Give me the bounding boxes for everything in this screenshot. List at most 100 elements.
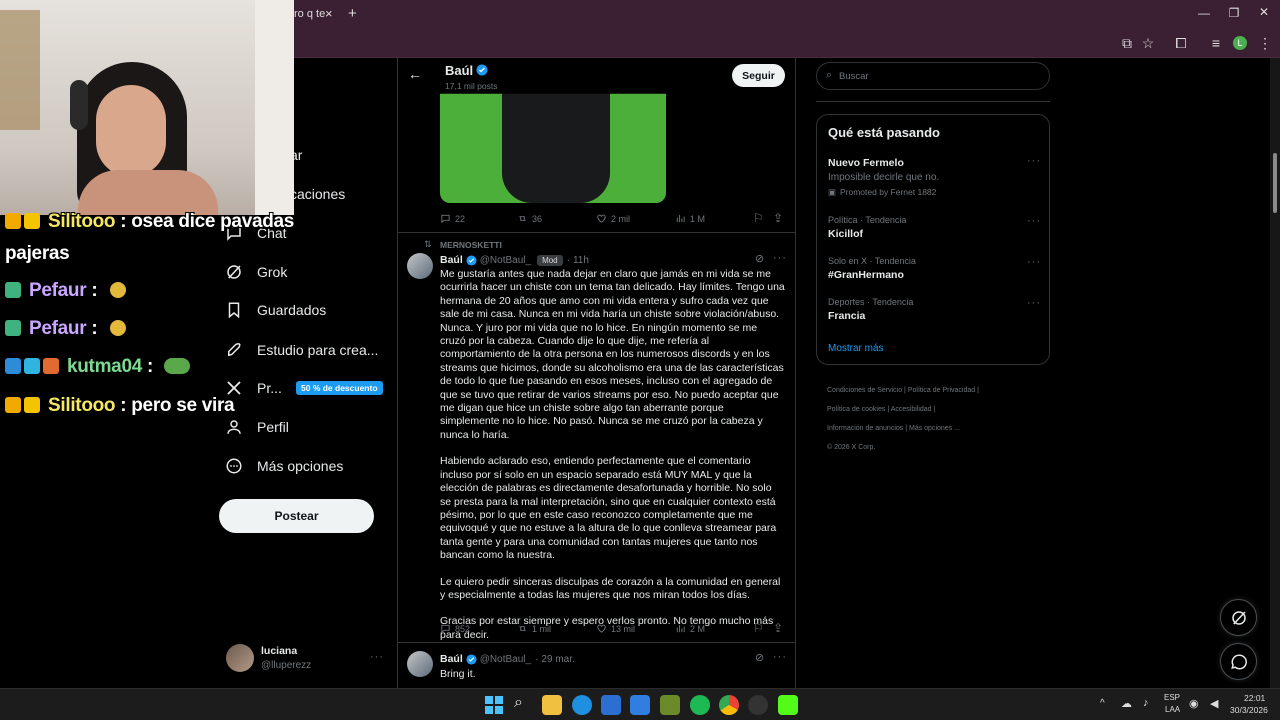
nav-item-notificaciones[interactable]: caciones	[290, 182, 345, 206]
account-more-button[interactable]: ···	[370, 651, 384, 663]
grok-float-button[interactable]	[1220, 599, 1257, 636]
tweet-avatar[interactable]	[407, 651, 433, 677]
views-action[interactable]: 1 M	[675, 213, 705, 224]
tray-mic-icon[interactable]: ♪	[1143, 697, 1149, 709]
footer-link-ads[interactable]: Información de anuncios	[827, 425, 903, 432]
share-icon[interactable]: ⇪	[773, 211, 783, 225]
grok-explain-icon[interactable]: ⊘	[755, 252, 764, 265]
chrome-icon[interactable]	[719, 695, 739, 715]
tweet-author-handle[interactable]: @NotBaul_	[480, 255, 531, 266]
account-name[interactable]: luciana	[261, 645, 297, 657]
new-tab-button[interactable]: +	[348, 5, 357, 22]
search-taskbar-icon[interactable]: ⌕	[514, 694, 523, 712]
maximize-icon[interactable]: ❐	[1219, 6, 1249, 20]
post-button[interactable]: Postear	[219, 499, 374, 533]
address-bar[interactable]	[294, 32, 1094, 54]
messages-float-button[interactable]	[1220, 643, 1257, 680]
nav-item-estudio[interactable]: Estudio para crea...	[225, 338, 378, 362]
grok-explain-icon[interactable]: ⊘	[755, 651, 764, 664]
trend-item[interactable]: Deportes · Tendencia Francia ···	[817, 295, 1049, 325]
show-more-link[interactable]: Mostrar más	[828, 343, 884, 354]
start-button[interactable]	[484, 695, 504, 715]
account-avatar[interactable]	[226, 644, 254, 672]
tray-cloud-icon[interactable]: ☁	[1121, 697, 1132, 710]
tweet-time[interactable]: 11h	[573, 255, 589, 266]
webcam-shoulders	[78, 170, 218, 215]
share-icon[interactable]: ⇪	[773, 621, 783, 635]
store-icon[interactable]	[601, 695, 621, 715]
bookmark-action-icon[interactable]: ⚐	[753, 211, 764, 225]
media-app-icon[interactable]	[660, 695, 680, 715]
tweet-more-button[interactable]: ···	[773, 252, 787, 264]
tray-chevron-icon[interactable]: ^	[1100, 698, 1105, 709]
profile-icon	[227, 420, 241, 434]
back-arrow-icon[interactable]: ←	[408, 66, 422, 82]
bookmark-action-icon[interactable]: ⚐	[753, 621, 764, 635]
extensions-icon[interactable]: ⧠	[1172, 34, 1190, 52]
nav-item-guardados[interactable]: Guardados	[225, 298, 326, 322]
file-explorer-icon[interactable]	[542, 695, 562, 715]
clock-date[interactable]: 30/3/2026	[1230, 705, 1268, 715]
reply-action[interactable]: 852	[440, 623, 470, 634]
menu-kebab-icon[interactable]: ⋮	[1256, 34, 1274, 52]
lang-indicator-bottom[interactable]: LAA	[1165, 705, 1180, 714]
tab-close-button[interactable]: ×	[325, 6, 333, 21]
lang-indicator-top[interactable]: ESP	[1164, 693, 1180, 702]
views-action[interactable]: 2 M	[675, 623, 705, 634]
tweet-media-image[interactable]	[440, 93, 666, 203]
bookmark-star-icon[interactable]: ☆	[1139, 34, 1157, 52]
volume-icon[interactable]: ◀	[1210, 697, 1218, 710]
retweet-count: 1 mil	[532, 623, 552, 634]
tweet-author-name[interactable]: Baúl	[440, 254, 463, 266]
search-input[interactable]: ⌕ Buscar	[816, 62, 1050, 90]
trend-more-button[interactable]: ···	[1027, 155, 1041, 167]
tweet-avatar[interactable]	[407, 253, 433, 279]
minimize-icon[interactable]: —	[1189, 6, 1219, 20]
footer-link-more[interactable]: Más opciones ...	[909, 425, 960, 432]
kick-icon[interactable]	[778, 695, 798, 715]
footer-copyright: © 2026 X Corp.	[827, 444, 876, 451]
retweet-action[interactable]: 36	[517, 213, 542, 224]
footer-link-accessibility[interactable]: Accesibilidad	[891, 406, 932, 413]
nav-item-mas-opciones[interactable]: Más opciones	[225, 454, 343, 478]
trend-item[interactable]: Solo en X · Tendencia #GranHermano ···	[817, 254, 1049, 284]
close-window-icon[interactable]: ✕	[1249, 5, 1279, 19]
tweet-more-button[interactable]: ···	[773, 651, 787, 663]
trend-more-button[interactable]: ···	[1027, 297, 1041, 309]
tweet-author-name[interactable]: Baúl	[440, 653, 463, 665]
like-action[interactable]: 2 mil	[596, 213, 630, 224]
promoted-trend[interactable]: Nuevo Fermelo Imposible decirle que no. …	[817, 153, 1049, 197]
search-icon: ⌕	[826, 69, 833, 81]
obs-icon[interactable]	[748, 695, 768, 715]
page-scrollbar[interactable]	[1270, 58, 1280, 688]
follow-button[interactable]: Seguir	[732, 64, 785, 87]
nav-item-perfil[interactable]: Perfil	[225, 415, 289, 439]
outlook-icon[interactable]	[630, 695, 650, 715]
trend-more-button[interactable]: ···	[1027, 256, 1041, 268]
footer-link-cookies[interactable]: Política de cookies	[827, 406, 885, 413]
chat-username: Pefaur	[28, 280, 87, 301]
trend-item[interactable]: Política · Tendencia Kicillof ···	[817, 213, 1049, 243]
reply-count: 852	[455, 623, 471, 634]
tab-title[interactable]: ro q te	[294, 8, 325, 20]
nav-item-grok[interactable]: Grok	[225, 260, 287, 284]
mod-badge: Mod	[537, 254, 563, 266]
trend-more-button[interactable]: ···	[1027, 215, 1041, 227]
webcam-headphones	[70, 80, 88, 130]
reply-action[interactable]: 22	[440, 213, 465, 224]
like-action[interactable]: 13 mil	[596, 623, 635, 634]
tweet-time[interactable]: 29 mar.	[541, 654, 574, 665]
media-controls-icon[interactable]: ≡	[1207, 34, 1225, 52]
windows-taskbar: ⌕ ^ ☁ ♪ ESP LAA ◉ ◀ 22:01 30/3/2026	[0, 688, 1280, 720]
clock-time[interactable]: 22:01	[1244, 693, 1265, 703]
profile-avatar[interactable]: L	[1233, 36, 1247, 50]
footer-link-terms[interactable]: Condiciones de Servicio	[827, 387, 902, 394]
edge-icon[interactable]	[572, 695, 592, 715]
tweet-author-handle[interactable]: @NotBaul_	[480, 654, 531, 665]
retweet-action[interactable]: 1 mil	[517, 623, 551, 634]
spotify-icon[interactable]	[690, 695, 710, 715]
footer-link-privacy[interactable]: Política de Privacidad	[908, 387, 975, 394]
cast-icon[interactable]: ⧉	[1118, 34, 1136, 52]
scrollbar-thumb[interactable]	[1273, 153, 1277, 213]
network-icon[interactable]: ◉	[1189, 697, 1199, 710]
